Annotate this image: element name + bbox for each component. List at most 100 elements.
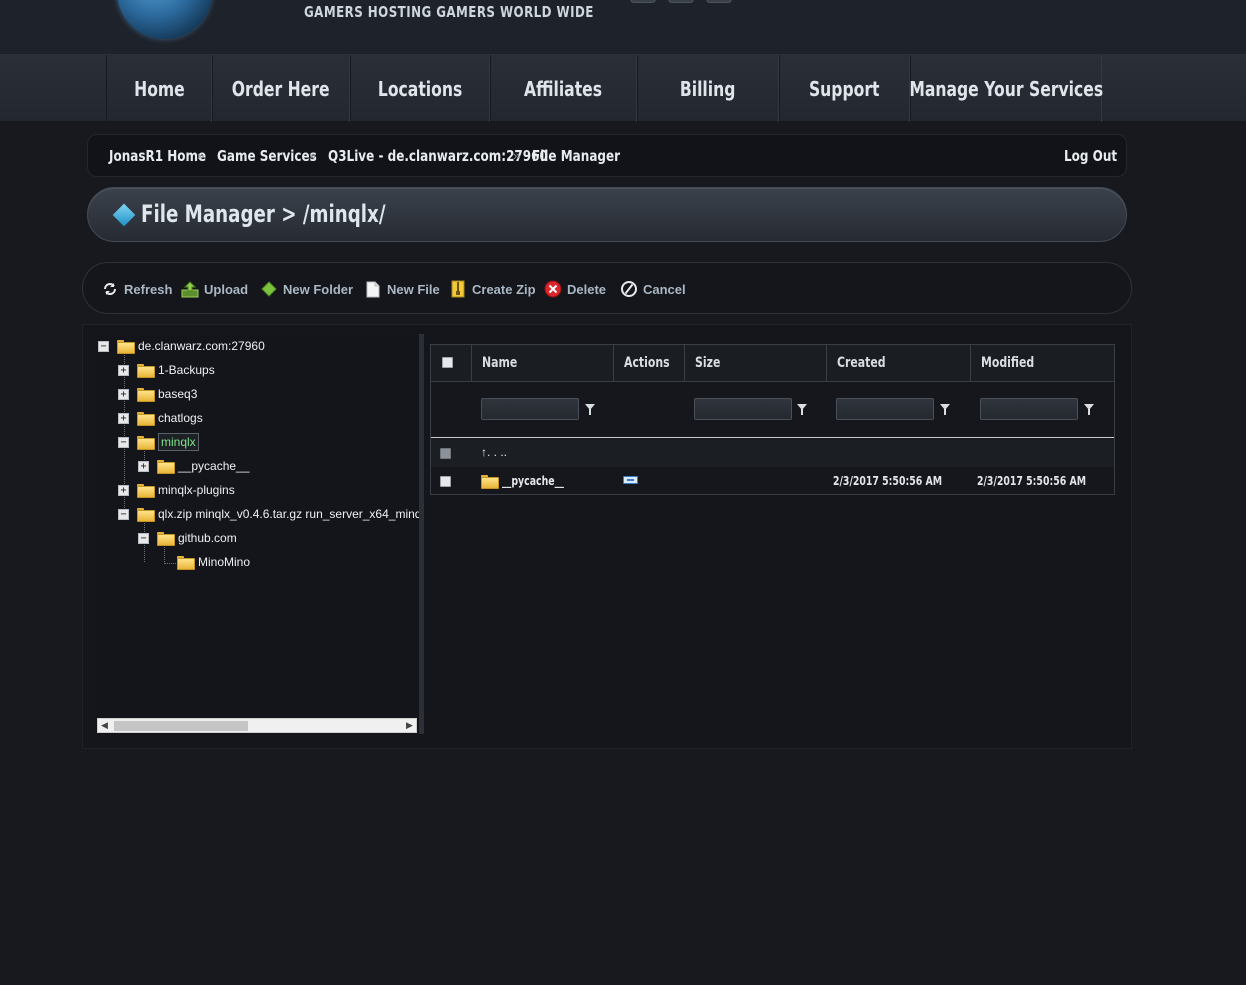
site-header: GAMERS HOSTING GAMERS WORLD WIDE bbox=[0, 0, 1246, 55]
tree-horizontal-scrollbar[interactable]: ◀ ▶ bbox=[97, 718, 417, 733]
size-filter-input[interactable] bbox=[694, 398, 792, 420]
globe-logo[interactable] bbox=[117, 0, 212, 39]
file-toolbar: Refresh Upload New Folder New File Creat… bbox=[82, 262, 1132, 314]
cancel-button[interactable]: Cancel bbox=[620, 279, 686, 299]
collapse-icon[interactable]: − bbox=[118, 436, 129, 448]
row-modified: 2/3/2017 5:50:56 AM bbox=[977, 474, 1087, 488]
column-actions[interactable]: Actions bbox=[624, 355, 670, 371]
modified-filter-input[interactable] bbox=[980, 398, 1078, 420]
folder-icon bbox=[137, 388, 155, 402]
new-file-button[interactable]: New File bbox=[364, 279, 440, 299]
tree-node-baseq3[interactable]: + baseq3 bbox=[118, 384, 197, 404]
nav-order-here[interactable]: Order Here bbox=[212, 55, 350, 122]
tree-node-root[interactable]: − de.clanwarz.com:27960 bbox=[98, 336, 265, 356]
created-filter-input[interactable] bbox=[836, 398, 934, 420]
nav-affiliates[interactable]: Affiliates bbox=[490, 55, 637, 122]
tree-node-1-backups[interactable]: + 1-Backups bbox=[118, 360, 215, 380]
row-name[interactable]: __pycache__ bbox=[502, 474, 564, 488]
scrollbar-thumb[interactable] bbox=[114, 721, 248, 731]
collapse-icon[interactable]: − bbox=[118, 508, 129, 520]
folder-icon bbox=[481, 475, 499, 489]
file-icon bbox=[364, 280, 382, 298]
parent-folder-link[interactable]: ↑. . .. bbox=[481, 445, 507, 459]
row-created: 2/3/2017 5:50:56 AM bbox=[833, 474, 943, 488]
refresh-button[interactable]: Refresh bbox=[101, 279, 172, 299]
filter-icon[interactable] bbox=[940, 404, 950, 415]
nav-home[interactable]: Home bbox=[106, 55, 212, 122]
new-folder-button[interactable]: New Folder bbox=[260, 279, 353, 299]
table-row[interactable]: __pycache__ 2/3/2017 5:50:56 AM 2/3/2017… bbox=[431, 467, 1114, 495]
rename-icon[interactable] bbox=[623, 476, 638, 484]
delete-button[interactable]: Delete bbox=[544, 279, 606, 299]
tree-node-chatlogs[interactable]: + chatlogs bbox=[118, 408, 203, 428]
social-icon[interactable] bbox=[668, 0, 694, 3]
panel-splitter[interactable] bbox=[419, 334, 424, 734]
tree-node-github[interactable]: − github.com bbox=[138, 528, 237, 548]
site-tagline: GAMERS HOSTING GAMERS WORLD WIDE bbox=[304, 3, 594, 21]
filter-row bbox=[431, 382, 1114, 438]
breadcrumb: JonasR1 Home » Game Services » Q3Live - … bbox=[87, 134, 1127, 177]
breadcrumb-separator: » bbox=[309, 148, 317, 163]
scroll-left-icon[interactable]: ◀ bbox=[101, 720, 108, 731]
file-grid: Name Actions Size Created Modified ↑. . … bbox=[430, 344, 1115, 495]
collapse-icon[interactable]: − bbox=[98, 340, 109, 352]
refresh-icon bbox=[101, 280, 119, 298]
breadcrumb-separator: » bbox=[513, 148, 521, 163]
cancel-icon bbox=[620, 280, 638, 298]
expand-icon[interactable]: + bbox=[138, 460, 149, 472]
expand-icon[interactable]: + bbox=[118, 364, 129, 376]
folder-icon bbox=[117, 340, 135, 354]
expand-icon[interactable]: + bbox=[118, 388, 129, 400]
tree-node-pycache[interactable]: + __pycache__ bbox=[138, 456, 249, 476]
tree-node-qlx-zip[interactable]: − qlx.zip minqlx_v0.4.6.tar.gz run_serve… bbox=[118, 504, 419, 524]
grid-header: Name Actions Size Created Modified bbox=[431, 345, 1114, 382]
folder-icon bbox=[157, 460, 175, 474]
folder-icon bbox=[137, 412, 155, 426]
folder-icon bbox=[137, 364, 155, 378]
social-icon[interactable] bbox=[706, 0, 732, 3]
breadcrumb-home[interactable]: JonasR1 Home bbox=[109, 147, 206, 165]
breadcrumb-file-manager[interactable]: File Manager bbox=[532, 147, 620, 165]
folder-icon bbox=[137, 484, 155, 498]
nav-support[interactable]: Support bbox=[779, 55, 910, 122]
folder-icon bbox=[137, 508, 155, 522]
folder-icon bbox=[137, 436, 155, 450]
upload-button[interactable]: Upload bbox=[181, 279, 248, 299]
column-created[interactable]: Created bbox=[837, 355, 886, 371]
page-title: File Manager > /minqlx/ bbox=[141, 200, 386, 228]
table-row-parent[interactable]: ↑. . .. bbox=[431, 439, 1114, 467]
create-zip-button[interactable]: Create Zip bbox=[449, 279, 536, 299]
filter-icon[interactable] bbox=[1084, 404, 1094, 415]
upload-icon bbox=[181, 280, 199, 298]
social-icon[interactable] bbox=[630, 0, 656, 3]
name-filter-input[interactable] bbox=[481, 398, 579, 420]
expand-icon[interactable]: + bbox=[118, 412, 129, 424]
folder-icon bbox=[177, 556, 195, 570]
main-nav: Home Order Here Locations Affiliates Bil… bbox=[0, 55, 1246, 122]
nav-manage-services[interactable]: Manage Your Services bbox=[909, 55, 1103, 122]
filter-icon[interactable] bbox=[585, 404, 595, 415]
tree-node-minomino[interactable]: MinoMino bbox=[177, 552, 250, 572]
tree-node-minqlx[interactable]: − minqlx bbox=[118, 432, 199, 452]
tree-node-minqlx-plugins[interactable]: + minqlx-plugins bbox=[118, 480, 235, 500]
breadcrumb-game-services[interactable]: Game Services bbox=[217, 147, 317, 165]
delete-icon bbox=[544, 280, 562, 298]
select-all-checkbox[interactable] bbox=[442, 357, 453, 368]
breadcrumb-separator: » bbox=[197, 148, 205, 163]
folder-icon bbox=[157, 532, 175, 546]
row-checkbox[interactable] bbox=[440, 448, 451, 459]
column-modified[interactable]: Modified bbox=[981, 355, 1034, 371]
filter-icon[interactable] bbox=[797, 404, 807, 415]
column-size[interactable]: Size bbox=[695, 355, 720, 371]
green-diamond-icon bbox=[260, 280, 278, 298]
folder-tree[interactable]: − de.clanwarz.com:27960 + 1-Backups + ba… bbox=[96, 334, 419, 734]
page-title-bar: File Manager > /minqlx/ bbox=[87, 187, 1127, 242]
nav-billing[interactable]: Billing bbox=[637, 55, 779, 122]
scroll-right-icon[interactable]: ▶ bbox=[406, 720, 413, 731]
nav-locations[interactable]: Locations bbox=[350, 55, 490, 122]
row-checkbox[interactable] bbox=[440, 476, 451, 487]
collapse-icon[interactable]: − bbox=[138, 532, 149, 544]
logout-link[interactable]: Log Out bbox=[1064, 147, 1117, 165]
column-name[interactable]: Name bbox=[482, 355, 517, 371]
expand-icon[interactable]: + bbox=[118, 484, 129, 496]
